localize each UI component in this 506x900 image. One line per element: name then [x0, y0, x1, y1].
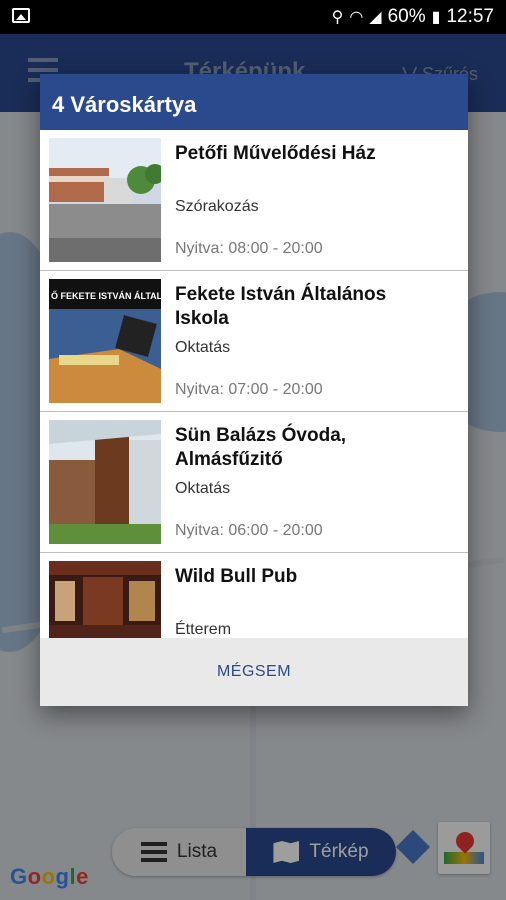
location-icon: ⚲	[331, 9, 344, 26]
status-bar: ⚲ ◠ ◢ 60% ▮ 12:57	[0, 0, 506, 34]
item-thumbnail	[49, 138, 161, 262]
thumbnail-caption: Ő FEKETE ISTVÁN ÁLTALÁ	[51, 290, 161, 301]
item-category: Étterem	[175, 621, 232, 638]
battery-percent: 60%	[387, 6, 426, 27]
item-category: Oktatás	[175, 480, 231, 497]
city-card-list: Petőfi Művelődési Ház Szórakozás Nyitva:…	[40, 130, 468, 638]
list-item[interactable]: Petőfi Művelődési Ház Szórakozás Nyitva:…	[40, 130, 468, 271]
clock: 12:57	[446, 6, 494, 27]
gallery-notification-icon	[12, 8, 30, 23]
cancel-button[interactable]: MÉGSEM	[217, 663, 291, 681]
item-hours: Nyitva: 07:00 - 20:00	[175, 381, 323, 398]
item-thumbnail: Ő FEKETE ISTVÁN ÁLTALÁ	[49, 279, 161, 403]
city-card-dialog: 4 Városkártya Petőfi Művelődési Ház Szór…	[40, 74, 468, 706]
item-title: Petőfi Művelődési Ház	[175, 143, 376, 164]
item-thumbnail	[49, 420, 161, 544]
item-title: Wild Bull Pub	[175, 566, 298, 587]
dialog-title: 4 Városkártya	[40, 74, 468, 130]
list-item[interactable]: Sün Balázs Óvoda, Almásfűzitő Oktatás Ny…	[40, 412, 468, 553]
item-category: Szórakozás	[175, 198, 259, 215]
signal-icon: ◢	[369, 9, 382, 26]
dialog-footer: MÉGSEM	[40, 638, 468, 706]
item-title: Fekete István Általános Iskola	[175, 284, 387, 329]
item-thumbnail	[49, 561, 161, 638]
list-item[interactable]: Ő FEKETE ISTVÁN ÁLTALÁ Fekete István Ált…	[40, 271, 468, 412]
battery-icon: ▮	[431, 9, 441, 26]
list-item[interactable]: Wild Bull Pub Étterem	[40, 553, 468, 638]
item-category: Oktatás	[175, 339, 231, 356]
item-hours: Nyitva: 08:00 - 20:00	[175, 240, 323, 257]
item-hours: Nyitva: 06:00 - 20:00	[175, 522, 323, 539]
wifi-icon: ◠	[349, 9, 364, 26]
item-title: Sün Balázs Óvoda, Almásfűzitő	[175, 425, 347, 470]
